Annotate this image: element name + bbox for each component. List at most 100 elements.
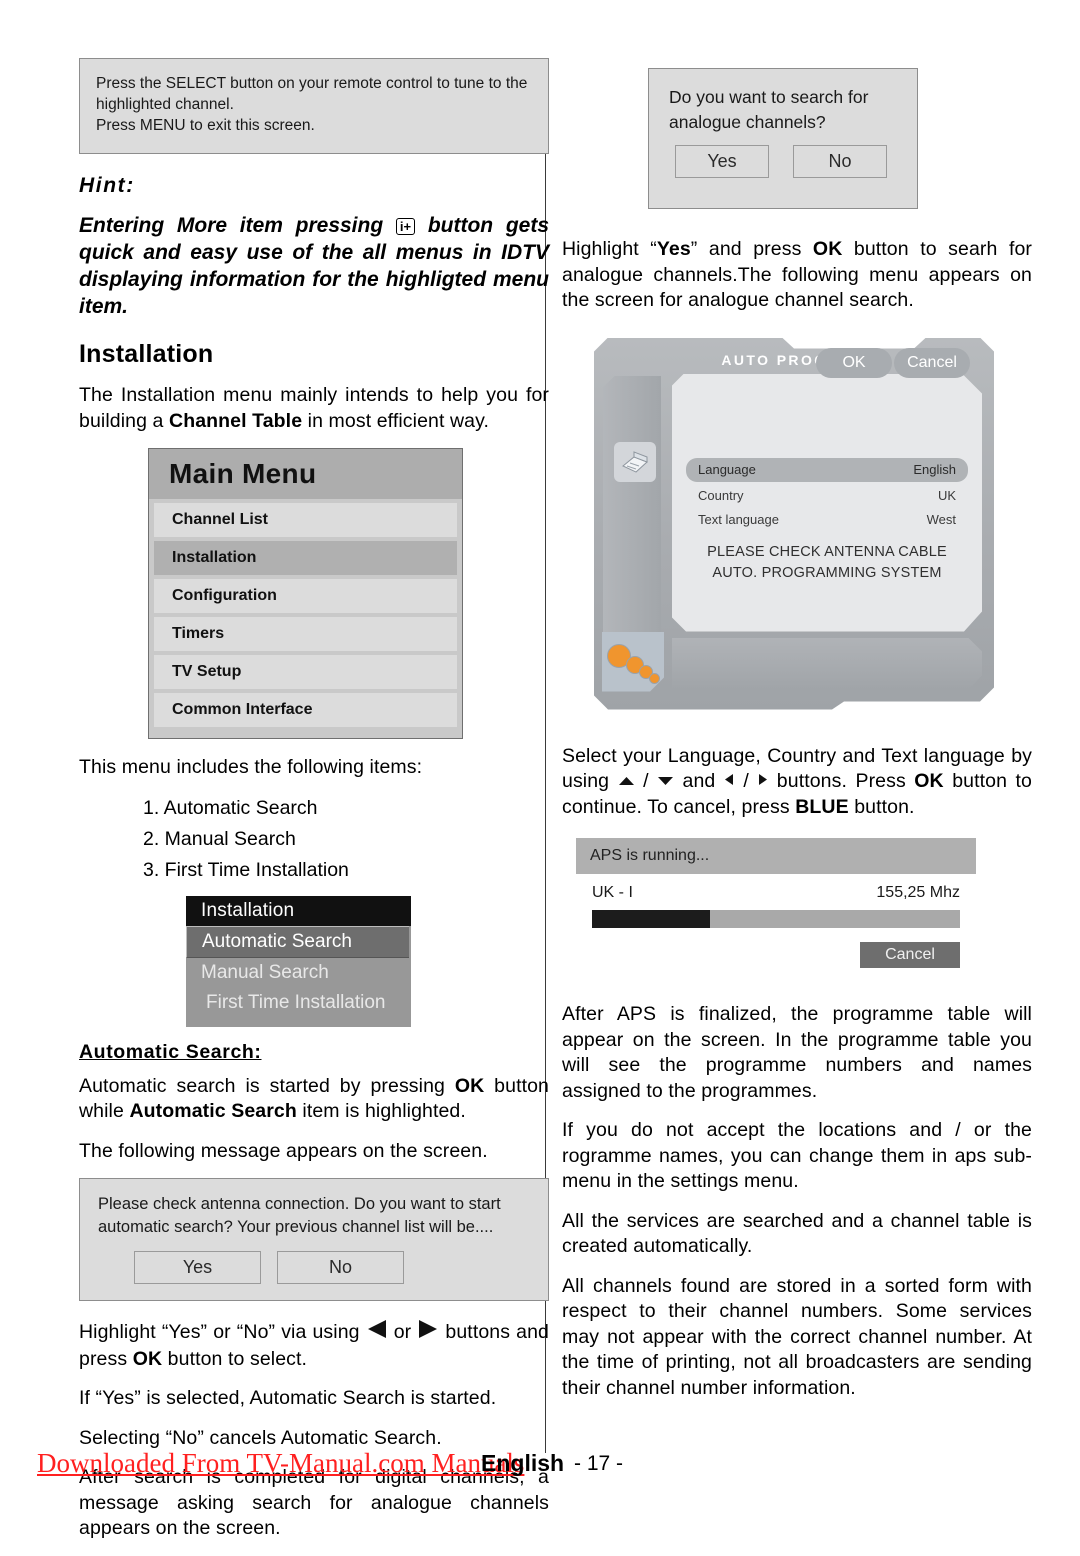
manual-page: Press the SELECT button on your remote c… bbox=[0, 0, 1080, 1539]
confirm-dialog-line-2: automatic search? Your previous channel … bbox=[98, 1218, 494, 1236]
aps-progress-bar bbox=[592, 910, 960, 929]
includes-text: This menu includes the following items: bbox=[79, 756, 423, 778]
as-p1-d: Automatic Search bbox=[129, 1100, 297, 1122]
footer-page-number: - 17 - bbox=[574, 1452, 624, 1475]
row-key: Country bbox=[698, 487, 744, 503]
automatic-search-heading: Automatic Search: bbox=[79, 1040, 262, 1063]
highlight-yes-no-paragraph: Highlight “Yes” or “No” via using or but… bbox=[79, 1319, 549, 1372]
infobox-line-3: Press MENU to exit this screen. bbox=[96, 117, 315, 134]
rh-yes: Yes bbox=[656, 238, 691, 260]
following-message-text: The following message appears on the scr… bbox=[79, 1139, 488, 1162]
select-button-infobox: Press the SELECT button on your remote c… bbox=[79, 58, 549, 154]
as-p1-a: Automatic search is started by pressing bbox=[79, 1074, 455, 1097]
right-arrow-icon bbox=[757, 769, 768, 795]
main-menu-title: Main Menu bbox=[149, 449, 462, 499]
sl-blue: BLUE bbox=[795, 795, 849, 818]
message-line-2: AUTO. PROGRAMMING SYSTEM bbox=[712, 564, 942, 581]
rh-a: Highlight “ bbox=[562, 238, 657, 260]
submenu-item-first-time-installation[interactable]: First Time Installation bbox=[186, 988, 411, 1018]
progress-dots-indicator bbox=[602, 631, 664, 692]
sl-ok: OK bbox=[914, 770, 944, 792]
yes-selected-text: If “Yes” is selected, Automatic Search i… bbox=[79, 1387, 497, 1409]
aps-channel-line: UK - I 155,25 Mhz bbox=[592, 884, 960, 902]
hint-body: Entering More item pressing i+ button ge… bbox=[79, 212, 549, 320]
analogue-dialog-line-2: analogue channels? bbox=[669, 112, 826, 132]
row-value: English bbox=[913, 461, 956, 477]
select-language-paragraph: Select your Language, Country and Text l… bbox=[562, 744, 1032, 821]
installation-items-list: 1. Automatic Search 2. Manual Search 3. … bbox=[79, 793, 549, 886]
sl-e: buttons. Press bbox=[768, 770, 915, 792]
as-p1-e: item is highlighted. bbox=[296, 1100, 466, 1122]
list-item: 3. First Time Installation bbox=[143, 858, 349, 881]
rh-b: ” and press bbox=[690, 238, 813, 260]
highlight-yes-paragraph: Highlight “Yes” and press OK button to s… bbox=[562, 237, 1032, 314]
sl-d: / bbox=[734, 770, 758, 792]
intro-post: in most efficient way. bbox=[302, 409, 490, 432]
aps-cancel-button[interactable]: Cancel bbox=[860, 942, 960, 969]
confirm-yes-button[interactable]: Yes bbox=[134, 1251, 261, 1284]
auto-program-message: PLEASE CHECK ANTENNA CABLE AUTO. PROGRAM… bbox=[672, 542, 982, 584]
hint-label: Hint: bbox=[79, 174, 135, 197]
aps-header-text: APS is running... bbox=[590, 847, 710, 865]
sl-c: and bbox=[674, 770, 724, 792]
confirm-dialog-line-1: Please check antenna connection. Do you … bbox=[98, 1195, 501, 1213]
infobox-line-1: Press the SELECT button on your remote c… bbox=[96, 75, 528, 92]
row-value: West bbox=[926, 511, 956, 527]
main-menu-item-common-interface[interactable]: Common Interface bbox=[154, 693, 457, 727]
antenna-confirm-dialog: Please check antenna connection. Do you … bbox=[79, 1178, 549, 1301]
info-plus-button-icon: i+ bbox=[395, 218, 416, 235]
auto-program-panel: Language English Country UK Text languag… bbox=[672, 373, 982, 632]
analogue-search-dialog: Do you want to search for analogue chann… bbox=[648, 68, 918, 209]
hl-e: button to select. bbox=[162, 1347, 308, 1370]
main-menu-item-channel-list[interactable]: Channel List bbox=[154, 503, 457, 537]
main-menu-item-timers[interactable]: Timers bbox=[154, 617, 457, 651]
confirm-dialog-buttons: Yes No bbox=[98, 1251, 530, 1284]
download-source-link[interactable]: Downloaded From TV-Manual.com Manuals bbox=[37, 1448, 524, 1479]
list-item: 2. Manual Search bbox=[143, 827, 296, 850]
hint-text-pre: Entering More item pressing bbox=[79, 214, 396, 237]
submenu-title: Installation bbox=[186, 895, 411, 926]
analogue-yes-button[interactable]: Yes bbox=[675, 145, 769, 178]
main-menu-screenshot: Main Menu Channel List Installation Conf… bbox=[148, 448, 463, 739]
document-icon bbox=[614, 441, 656, 482]
as-p1-ok: OK bbox=[454, 1074, 485, 1097]
left-arrow-icon bbox=[366, 1319, 388, 1347]
rh-ok: OK bbox=[812, 238, 843, 260]
auto-program-row-country[interactable]: Country UK bbox=[686, 484, 968, 508]
not-accept-paragraph: If you do not accept the locations and /… bbox=[562, 1119, 1032, 1193]
hl-b: or bbox=[387, 1320, 418, 1343]
row-key: Text language bbox=[698, 511, 779, 527]
infobox-line-2: highlighted channel. bbox=[96, 96, 234, 113]
aps-channel: UK - I bbox=[592, 884, 633, 902]
main-menu-item-tv-setup[interactable]: TV Setup bbox=[154, 655, 457, 689]
row-value: UK bbox=[937, 487, 956, 503]
all-services-paragraph: All the services are searched and a chan… bbox=[562, 1209, 1032, 1258]
submenu-item-automatic-search[interactable]: Automatic Search bbox=[186, 925, 409, 958]
main-menu-item-installation[interactable]: Installation bbox=[154, 541, 457, 575]
dot-4 bbox=[649, 672, 660, 684]
all-channels-paragraph: All channels found are stored in a sorte… bbox=[562, 1274, 1032, 1399]
auto-program-row-language[interactable]: Language English bbox=[686, 457, 968, 482]
automatic-search-paragraph: Automatic search is started by pressing … bbox=[79, 1074, 549, 1125]
intro-bold: Channel Table bbox=[169, 409, 303, 432]
footer-language-label: English bbox=[481, 1450, 565, 1476]
main-menu-item-configuration[interactable]: Configuration bbox=[154, 579, 457, 613]
hl-ok: OK bbox=[132, 1347, 163, 1370]
analogue-no-button[interactable]: No bbox=[793, 145, 887, 178]
list-item: 1. Automatic Search bbox=[143, 796, 318, 819]
confirm-no-button[interactable]: No bbox=[277, 1251, 404, 1284]
auto-program-footer-bar bbox=[672, 637, 982, 690]
installation-submenu-screenshot: Installation Automatic Search Manual Sea… bbox=[186, 895, 411, 1027]
left-arrow-icon bbox=[724, 769, 735, 795]
message-line-1: PLEASE CHECK ANTENNA CABLE bbox=[707, 543, 947, 560]
after-aps-paragraph: After APS is finalized, the programme ta… bbox=[562, 1003, 1032, 1102]
analogue-dialog-line-1: Do you want to search for bbox=[669, 87, 869, 107]
auto-program-row-text-language[interactable]: Text language West bbox=[686, 508, 968, 532]
auto-program-ok-button[interactable]: OK bbox=[816, 347, 892, 378]
auto-program-cancel-button[interactable]: Cancel bbox=[894, 347, 970, 378]
aps-progress-fill bbox=[592, 910, 710, 929]
installation-intro: The Installation menu mainly intends to … bbox=[79, 383, 549, 434]
submenu-item-manual-search[interactable]: Manual Search bbox=[186, 958, 411, 988]
hl-a: Highlight “Yes” or “No” via using bbox=[79, 1320, 366, 1343]
page-title: Installation bbox=[79, 340, 214, 368]
